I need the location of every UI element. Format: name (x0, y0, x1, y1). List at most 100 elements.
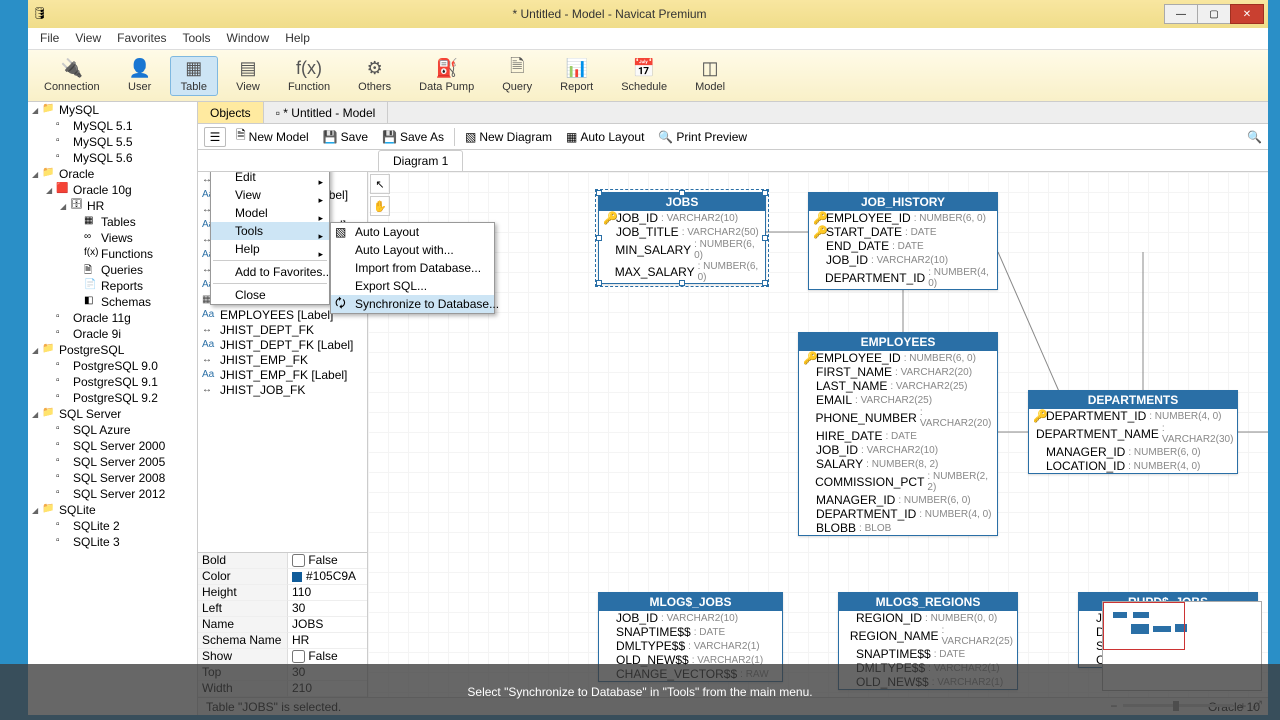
toolbar-user[interactable]: 👤User (118, 57, 162, 95)
tree-item[interactable]: ◧Schemas (28, 294, 197, 310)
entity-jobs[interactable]: JOBS🔑JOB_ID: VARCHAR2(10)JOB_TITLE: VARC… (598, 192, 766, 284)
entity-employees[interactable]: EMPLOYEES🔑EMPLOYEE_ID: NUMBER(6, 0)FIRST… (798, 332, 998, 536)
property-row[interactable]: Schema NameHR (198, 633, 367, 649)
menu-item[interactable]: Model (211, 204, 329, 222)
tree-item[interactable]: ∞Views (28, 230, 197, 246)
tree-item[interactable]: ▫MySQL 5.6 (28, 150, 197, 166)
maximize-button[interactable]: ▢ (1197, 4, 1231, 24)
property-row[interactable]: Height110 (198, 585, 367, 601)
hamburger-menu[interactable]: FileEditViewModelToolsHelpAdd to Favorit… (210, 172, 330, 305)
toolbar-model[interactable]: ◫Model (685, 57, 735, 95)
property-row[interactable]: NameJOBS (198, 617, 367, 633)
save-button[interactable]: 💾 Save (319, 128, 372, 146)
list-item[interactable]: ↔JHIST_EMP_FK (198, 352, 367, 367)
toolbar-report[interactable]: 📊Report (550, 57, 603, 95)
close-button[interactable]: ✕ (1230, 4, 1264, 24)
tree-item[interactable]: ◢📁SQL Server (28, 406, 197, 422)
diagram-tabs[interactable]: Diagram 1 (198, 150, 1268, 172)
toolbar-schedule[interactable]: 📅Schedule (611, 57, 677, 95)
connection-tree[interactable]: ◢📁MySQL▫MySQL 5.1▫MySQL 5.5▫MySQL 5.6◢📁O… (28, 102, 198, 715)
tab--untitled-model[interactable]: ▫ * Untitled - Model (264, 102, 389, 123)
hand-tool[interactable]: ✋ (370, 196, 390, 216)
menu-item[interactable]: Help (211, 240, 329, 258)
entity-departments[interactable]: DEPARTMENTS🔑DEPARTMENT_ID: NUMBER(4, 0)D… (1028, 390, 1238, 474)
tree-item[interactable]: f(x)Functions (28, 246, 197, 262)
search-icon[interactable]: 🔍 (1247, 130, 1262, 144)
tree-item[interactable]: ▦Tables (28, 214, 197, 230)
tree-item[interactable]: ▫SQL Server 2000 (28, 438, 197, 454)
app-window: 🛢 * Untitled - Model - Navicat Premium —… (28, 0, 1268, 715)
menu-item[interactable]: Auto Layout with... (331, 241, 494, 259)
tree-item[interactable]: ◢🗄HR (28, 198, 197, 214)
menu-item[interactable]: Add to Favorites... (211, 263, 329, 281)
toolbar-others[interactable]: ⚙Others (348, 57, 401, 95)
menu-item[interactable]: Export SQL... (331, 277, 494, 295)
menu-item[interactable] (213, 260, 327, 261)
tab-objects[interactable]: Objects (198, 102, 264, 123)
list-item[interactable]: ↔JHIST_JOB_FK (198, 382, 367, 397)
main-toolbar: 🔌Connection👤User▦Table▤Viewf(x)Function⚙… (28, 50, 1268, 102)
list-item[interactable]: AaJHIST_DEPT_FK [Label] (198, 337, 367, 352)
tree-item[interactable]: ◢📁SQLite (28, 502, 197, 518)
list-item[interactable]: ↔JHIST_DEPT_FK (198, 322, 367, 337)
tree-item[interactable]: ▫SQLite 2 (28, 518, 197, 534)
menu-item[interactable]: Import from Database... (331, 259, 494, 277)
toolbar-view[interactable]: ▤View (226, 57, 270, 95)
tree-item[interactable]: ▫Oracle 9i (28, 326, 197, 342)
new-model-button[interactable]: 🗎 New Model (232, 124, 313, 149)
object-tabs[interactable]: Objects▫ * Untitled - Model (198, 102, 1268, 124)
menu-item[interactable]: ▧Auto Layout (331, 223, 494, 241)
toolbar-table[interactable]: ▦Table (170, 56, 218, 96)
property-row[interactable]: Bold False (198, 553, 367, 569)
menu-window[interactable]: Window (219, 28, 278, 49)
menu-help[interactable]: Help (277, 28, 318, 49)
menu-item[interactable]: View (211, 186, 329, 204)
property-row[interactable]: Left30 (198, 601, 367, 617)
toolbar-connection[interactable]: 🔌Connection (34, 57, 110, 95)
tree-item[interactable]: ▫Oracle 11g (28, 310, 197, 326)
menu-item[interactable]: Tools (211, 222, 329, 240)
toolbar-query[interactable]: 🗎Query (492, 57, 542, 95)
tree-item[interactable]: ▫SQL Server 2005 (28, 454, 197, 470)
tree-item[interactable]: ◢🟥Oracle 10g (28, 182, 197, 198)
hamburger-button[interactable]: ☰ (204, 127, 226, 147)
diagram-tab[interactable]: Diagram 1 (378, 150, 463, 171)
menu-view[interactable]: View (67, 28, 109, 49)
subtitle-caption: Select "Synchronize to Database" in "Too… (0, 664, 1280, 720)
menu-item[interactable] (213, 283, 327, 284)
menu-favorites[interactable]: Favorites (109, 28, 174, 49)
toolbar-data-pump[interactable]: ⛽Data Pump (409, 57, 484, 95)
pointer-tool[interactable]: ↖ (370, 174, 390, 194)
tree-item[interactable]: ◢📁Oracle (28, 166, 197, 182)
tree-item[interactable]: ◢📁MySQL (28, 102, 197, 118)
tree-item[interactable]: ▫MySQL 5.5 (28, 134, 197, 150)
print-preview-button[interactable]: 🔍 Print Preview (654, 128, 751, 146)
tree-item[interactable]: ◢📁PostgreSQL (28, 342, 197, 358)
menu-tools[interactable]: Tools (175, 28, 219, 49)
tree-item[interactable]: ▫SQL Server 2008 (28, 470, 197, 486)
tree-item[interactable]: 📄Reports (28, 278, 197, 294)
tree-item[interactable]: ▫PostgreSQL 9.2 (28, 390, 197, 406)
list-item[interactable]: AaJHIST_EMP_FK [Label] (198, 367, 367, 382)
auto-layout-button[interactable]: ▦ Auto Layout (562, 128, 648, 146)
tree-item[interactable]: ▫PostgreSQL 9.1 (28, 374, 197, 390)
tree-item[interactable]: ▫PostgreSQL 9.0 (28, 358, 197, 374)
menu-item[interactable]: 🗘Synchronize to Database... (331, 295, 494, 313)
menu-item[interactable]: Close (211, 286, 329, 304)
window-title: * Untitled - Model - Navicat Premium (54, 7, 1165, 21)
tree-item[interactable]: ▫MySQL 5.1 (28, 118, 197, 134)
property-row[interactable]: Show Description False (198, 649, 367, 665)
tree-item[interactable]: ▫SQL Server 2012 (28, 486, 197, 502)
minimize-button[interactable]: — (1164, 4, 1198, 24)
property-row[interactable]: Color#105C9A (198, 569, 367, 585)
entity-jobhist[interactable]: JOB_HISTORY🔑EMPLOYEE_ID: NUMBER(6, 0)🔑ST… (808, 192, 998, 290)
tools-submenu[interactable]: ▧Auto LayoutAuto Layout with...Import fr… (330, 222, 495, 314)
menu-item[interactable]: Edit (211, 172, 329, 186)
save-as-button[interactable]: 💾 Save As (378, 128, 448, 146)
tree-item[interactable]: ▫SQLite 3 (28, 534, 197, 550)
tree-item[interactable]: ▫SQL Azure (28, 422, 197, 438)
toolbar-function[interactable]: f(x)Function (278, 57, 340, 95)
new-diagram-button[interactable]: ▧ New Diagram (461, 128, 556, 146)
menu-file[interactable]: File (32, 28, 67, 49)
tree-item[interactable]: 🗎Queries (28, 262, 197, 278)
